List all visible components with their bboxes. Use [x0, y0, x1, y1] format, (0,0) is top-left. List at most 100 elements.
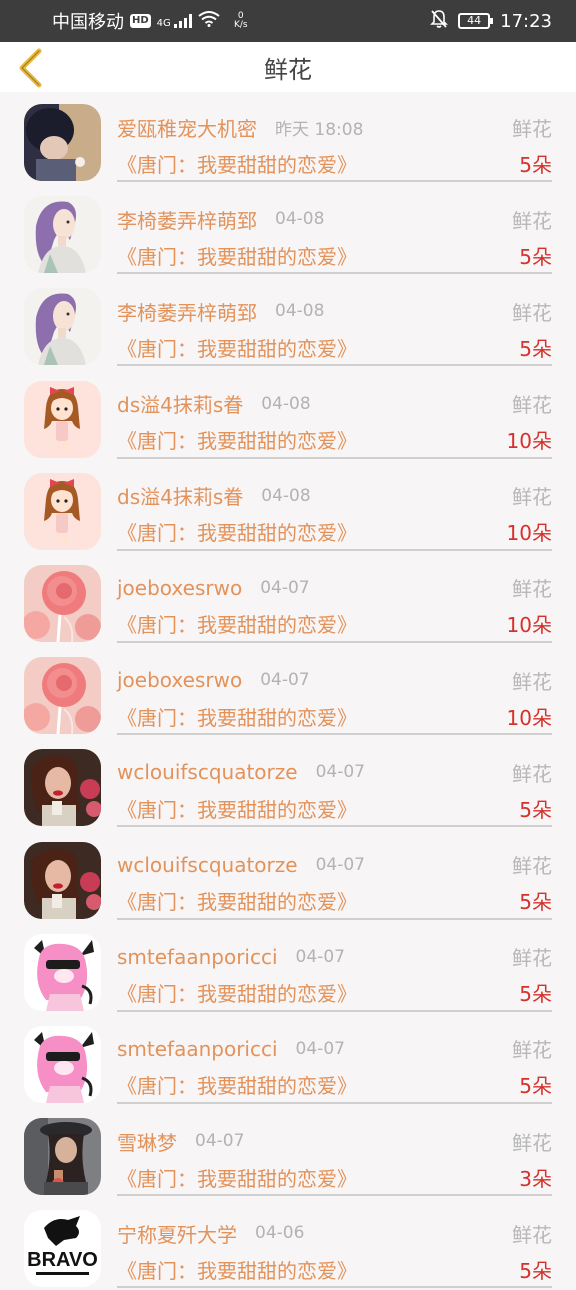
sender-name[interactable]: ds溢4抹莉s眷	[117, 481, 243, 510]
back-button[interactable]	[14, 48, 48, 88]
list-item-header: joeboxesrwo 04-07 鲜花	[117, 573, 552, 603]
sender-name[interactable]: 雪琳梦	[117, 1127, 177, 1156]
gift-type: 鲜花	[512, 393, 552, 418]
avatar-chibi-girl[interactable]	[24, 380, 101, 458]
sender-name[interactable]: smtefaanporicci	[117, 1037, 278, 1061]
list-item-header: 李椅萎弄梓萌郅 04-08 鲜花	[117, 204, 552, 234]
avatar-image	[24, 380, 101, 458]
gift-type: 鲜花	[512, 116, 552, 141]
book-title[interactable]: 《唐门：我要甜甜的恋爱》	[117, 241, 357, 270]
list-item[interactable]: ds溢4抹莉s眷 04-08 鲜花《唐门：我要甜甜的恋爱》 10朵	[0, 369, 576, 461]
list-item-detail: 《唐门：我要甜甜的恋爱》 5朵	[117, 1070, 552, 1100]
book-title[interactable]: 《唐门：我要甜甜的恋爱》	[117, 978, 357, 1007]
list-item-detail: 《唐门：我要甜甜的恋爱》 5朵	[117, 332, 552, 362]
list-item-detail: 《唐门：我要甜甜的恋爱》 5朵	[117, 978, 552, 1008]
flower-count: 10朵	[506, 521, 552, 546]
list-item-detail: 《唐门：我要甜甜的恋爱》 5朵	[117, 886, 552, 916]
list-item-detail: 《唐门：我要甜甜的恋爱》 10朵	[117, 701, 552, 731]
avatar-bravo-logo[interactable]: BRAVO	[24, 1210, 101, 1288]
book-title[interactable]: 《唐门：我要甜甜的恋爱》	[117, 149, 357, 178]
book-title[interactable]: 《唐门：我要甜甜的恋爱》	[117, 425, 357, 454]
avatar-hat-girl[interactable]	[24, 1118, 101, 1196]
avatar-pink-rose[interactable]	[24, 657, 101, 735]
sender-name[interactable]: 李椅萎弄梓萌郅	[117, 205, 257, 234]
flower-count: 10朵	[506, 429, 552, 454]
avatar-chibi-girl[interactable]	[24, 472, 101, 550]
book-title[interactable]: 《唐门：我要甜甜的恋爱》	[117, 1070, 357, 1099]
list-item-header: ds溢4抹莉s眷 04-08 鲜花	[117, 389, 552, 419]
list-item[interactable]: 李椅萎弄梓萌郅 04-08 鲜花《唐门：我要甜甜的恋爱》 5朵	[0, 184, 576, 276]
gift-date: 昨天 18:08	[275, 119, 364, 140]
flower-count: 10朵	[506, 613, 552, 638]
sender-name[interactable]: joeboxesrwo	[117, 668, 242, 692]
list-item-info: 宁称夏歼大学 04-06 鲜花 《唐门：我要甜甜的恋爱》 5朵	[117, 1198, 552, 1289]
gift-date: 04-08	[275, 301, 325, 322]
avatar-pink-cat-girl[interactable]	[24, 933, 101, 1011]
avatar-image: BRAVO	[24, 1210, 101, 1288]
flower-count: 5朵	[519, 1258, 552, 1283]
back-arrow-icon	[19, 48, 42, 88]
sender-name[interactable]: joeboxesrwo	[117, 576, 242, 600]
list-item[interactable]: wclouifscquatorze 04-07 鲜花 《唐门：我要甜甜的恋爱》 5朵	[0, 830, 576, 922]
book-title[interactable]: 《唐门：我要甜甜的恋爱》	[117, 886, 357, 915]
book-title[interactable]: 《唐门：我要甜甜的恋爱》	[117, 1163, 357, 1192]
gift-type: 鲜花	[512, 1130, 552, 1155]
list-item-info: smtefaanporicci 04-07 鲜花 《唐门：我要甜甜的恋爱》 5朵	[117, 922, 552, 1012]
book-title[interactable]: 《唐门：我要甜甜的恋爱》	[117, 794, 357, 823]
flower-count: 5朵	[519, 244, 552, 269]
gift-type: 鲜花	[512, 485, 552, 510]
avatar-image	[24, 564, 101, 642]
sender-name[interactable]: 宁称夏歼大学	[117, 1219, 237, 1248]
sender-name[interactable]: wclouifscquatorze	[117, 760, 298, 784]
list-item[interactable]: BRAVO 宁称夏歼大学 04-06 鲜花 《唐门：我要甜甜的恋爱》 5朵	[0, 1198, 576, 1290]
avatar-image	[24, 933, 101, 1011]
list-item[interactable]: wclouifscquatorze 04-07 鲜花 《唐门：我要甜甜的恋爱》 5朵	[0, 737, 576, 829]
avatar-image	[24, 196, 101, 274]
signal-type-label: 4G	[156, 17, 171, 29]
avatar-pink-cat-girl[interactable]	[24, 1025, 101, 1103]
sender-name[interactable]: 李椅萎弄梓萌郅	[117, 297, 257, 326]
book-title[interactable]: 《唐门：我要甜甜的恋爱》	[117, 609, 357, 638]
gift-type: 鲜花	[512, 208, 552, 233]
book-title[interactable]: 《唐门：我要甜甜的恋爱》	[117, 333, 357, 362]
list-item-header: 宁称夏歼大学 04-06 鲜花	[117, 1218, 552, 1248]
list-item[interactable]: ds溢4抹莉s眷 04-08 鲜花 《唐门：我要甜甜的恋爱》 10朵	[0, 461, 576, 553]
gift-date: 04-08	[275, 209, 325, 230]
gift-type: 鲜花	[512, 577, 552, 602]
list-item[interactable]: joeboxesrwo 04-07 鲜花 《唐门：我要甜甜的恋爱》 10朵	[0, 553, 576, 645]
gift-date: 04-07	[315, 854, 365, 875]
list-item[interactable]: 雪琳梦 04-07 鲜花 《唐门：我要甜甜的恋爱》 3朵	[0, 1106, 576, 1198]
list-item[interactable]: smtefaanporicci 04-07 鲜花 《唐门：我要甜甜的恋爱》 5朵	[0, 922, 576, 1014]
sender-name[interactable]: 爱瓯稚宠大机密	[117, 113, 257, 142]
avatar-red-lips-woman[interactable]	[24, 749, 101, 827]
list-item[interactable]: 爱瓯稚宠大机密 昨天 18:08 鲜花 《唐门：我要甜甜的恋爱》 5朵	[0, 92, 576, 184]
net-speed: 0 K/s	[234, 12, 248, 30]
sender-name[interactable]: wclouifscquatorze	[117, 853, 298, 877]
sender-name[interactable]: ds溢4抹莉s眷	[117, 389, 243, 418]
avatar-pink-rose[interactable]	[24, 564, 101, 642]
list-item[interactable]: smtefaanporicci 04-07 鲜花 《唐门：我要甜甜的恋爱》 5朵	[0, 1014, 576, 1106]
avatar-image	[24, 749, 101, 827]
list-item-header: smtefaanporicci 04-07 鲜花	[117, 942, 552, 972]
flower-count: 5朵	[519, 982, 552, 1007]
carrier-label: 中国移动	[52, 12, 124, 33]
book-title[interactable]: 《唐门：我要甜甜的恋爱》	[117, 702, 357, 731]
list-item-info: wclouifscquatorze 04-07 鲜花 《唐门：我要甜甜的恋爱》 5朵	[117, 737, 552, 828]
flower-count: 5朵	[519, 1074, 552, 1099]
avatar-image	[24, 1025, 101, 1103]
sender-name[interactable]: smtefaanporicci	[117, 945, 278, 969]
page-title: 鲜花	[264, 55, 312, 84]
book-title[interactable]: 《唐门：我要甜甜的恋爱》	[117, 1255, 357, 1284]
avatar-red-lips-woman[interactable]	[24, 841, 101, 919]
gift-date: 04-08	[261, 393, 311, 414]
list-item-info: 雪琳梦 04-07 鲜花 《唐门：我要甜甜的恋爱》 3朵	[117, 1106, 552, 1197]
avatar-anime-girl[interactable]	[24, 196, 101, 274]
list-item[interactable]: 李椅萎弄梓萌郅 04-08 鲜花 《唐门：我要甜甜的恋爱》 5朵	[0, 276, 576, 368]
battery-icon: 44	[458, 13, 494, 29]
list-item[interactable]: joeboxesrwo 04-07 鲜花 《唐门：我要甜甜的恋爱》 10朵	[0, 645, 576, 737]
book-title[interactable]: 《唐门：我要甜甜的恋爱》	[117, 517, 357, 546]
wifi-icon	[198, 10, 220, 32]
avatar-anime-girl[interactable]	[24, 288, 101, 366]
avatar-dark-portrait[interactable]	[24, 104, 101, 181]
list-item-header: smtefaanporicci 04-07 鲜花	[117, 1034, 552, 1064]
